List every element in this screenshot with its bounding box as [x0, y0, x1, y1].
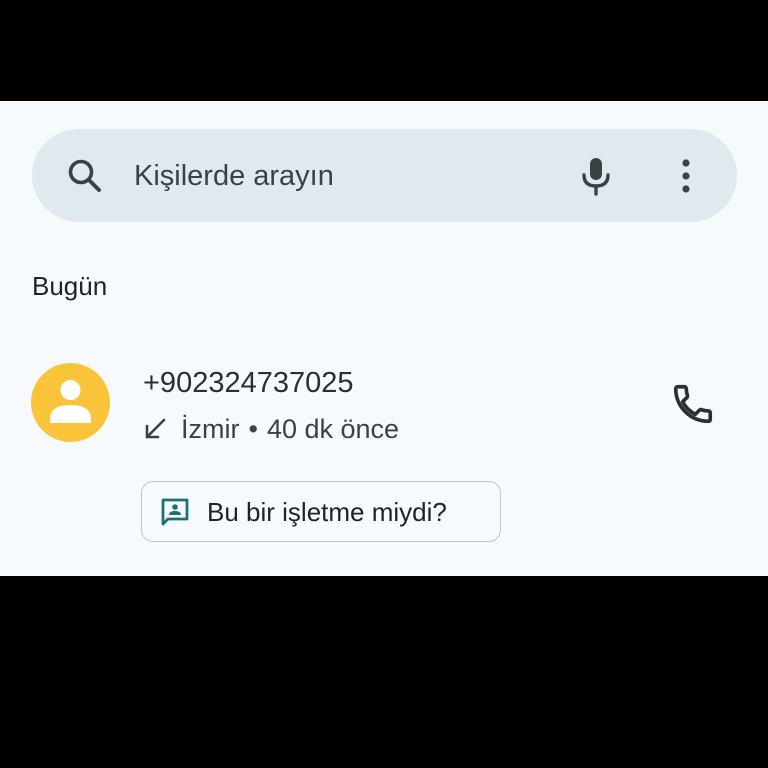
more-vert-icon[interactable] [670, 156, 702, 196]
call-received-icon [143, 417, 167, 441]
call-time: 40 dk önce [266, 414, 400, 444]
call-location: İzmir [181, 414, 240, 444]
search-icon[interactable] [66, 157, 104, 195]
phone-icon[interactable] [670, 381, 716, 427]
call-details: İzmir • 40 dk önce [143, 411, 399, 447]
caller-number[interactable]: +902324737025 [143, 365, 353, 401]
call-history-screen: Kişilerde arayın Bugün +902324737025 İzm… [0, 101, 768, 576]
business-feedback-chip[interactable]: Bu bir işletme miydi? [141, 481, 501, 542]
business-feedback-icon [159, 496, 191, 528]
meta-separator: • [248, 414, 258, 444]
search-input[interactable]: Kişilerde arayın [134, 157, 334, 195]
section-header-today: Bugün [32, 271, 108, 301]
person-icon [31, 363, 110, 442]
avatar[interactable] [31, 363, 110, 442]
mic-icon[interactable] [578, 156, 614, 196]
business-feedback-label: Bu bir işletme miydi? [207, 496, 447, 527]
